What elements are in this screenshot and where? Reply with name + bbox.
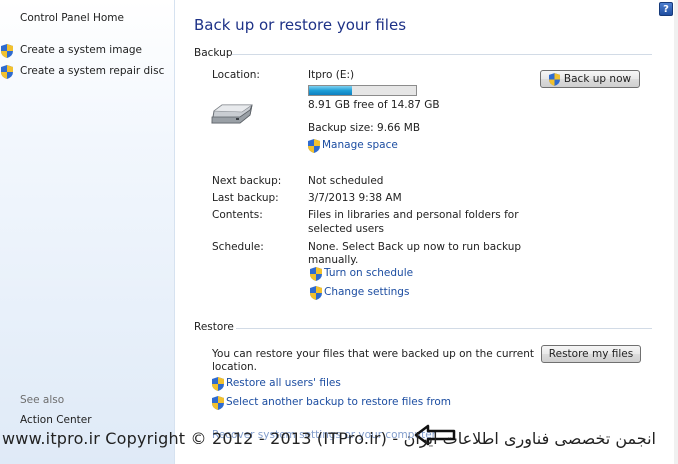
- drive-space-progress-fill: [309, 86, 352, 95]
- contents-value-line2: selected users: [308, 223, 385, 235]
- contents-label: Contents:: [212, 209, 263, 221]
- select-another-backup-link[interactable]: Select another backup to restore files f…: [226, 396, 451, 408]
- create-system-image-link[interactable]: Create a system image: [20, 44, 142, 56]
- schedule-value-line2: manually.: [308, 254, 359, 266]
- free-space-text: 8.91 GB free of 14.87 GB: [308, 99, 440, 111]
- last-backup-label: Last backup:: [212, 192, 279, 204]
- section-divider: [236, 328, 652, 329]
- restore-all-users-link[interactable]: Restore all users' files: [226, 377, 341, 389]
- restore-my-files-button[interactable]: Restore my files: [541, 345, 641, 363]
- backup-section-heading: Backup: [194, 47, 233, 59]
- back-up-now-button[interactable]: Back up now: [540, 70, 640, 88]
- shield-icon: [212, 377, 224, 391]
- schedule-value-line1: None. Select Back up now to run backup: [308, 241, 522, 253]
- shield-icon: [310, 286, 322, 300]
- restore-my-files-label: Restore my files: [548, 348, 634, 360]
- hard-drive-icon: [211, 104, 253, 124]
- section-divider: [232, 54, 652, 55]
- next-backup-value: Not scheduled: [308, 175, 384, 187]
- schedule-label: Schedule:: [212, 241, 264, 253]
- turn-on-schedule-link[interactable]: Turn on schedule: [324, 267, 413, 279]
- shield-icon: [310, 267, 322, 281]
- see-also-heading: See also: [20, 394, 65, 406]
- change-settings-link[interactable]: Change settings: [324, 286, 409, 298]
- create-repair-disc-link[interactable]: Create a system repair disc: [20, 65, 164, 77]
- copyright-watermark: www.itpro.ir Copyright © 2012 - 2013 (IT…: [0, 429, 678, 449]
- shield-icon: [308, 139, 320, 153]
- manage-space-link[interactable]: Manage space: [322, 139, 398, 151]
- backup-size-text: Backup size: 9.66 MB: [308, 122, 421, 134]
- next-backup-label: Next backup:: [212, 175, 282, 187]
- scrollbar[interactable]: [674, 0, 678, 464]
- restore-description-line2: location.: [212, 361, 257, 373]
- shield-icon: [1, 65, 13, 79]
- control-panel-home-link[interactable]: Control Panel Home: [20, 12, 124, 24]
- help-button[interactable]: ?: [659, 2, 673, 16]
- restore-section-heading: Restore: [194, 321, 234, 333]
- drive-space-progress-bar: [308, 85, 417, 96]
- last-backup-value: 3/7/2013 9:38 AM: [308, 192, 402, 204]
- watermark-text: www.itpro.ir Copyright © 2012 - 2013 (IT…: [2, 429, 656, 448]
- shield-icon: [212, 396, 224, 410]
- shield-icon: [1, 44, 13, 58]
- action-center-link[interactable]: Action Center: [20, 414, 92, 426]
- location-label: Location:: [212, 69, 260, 81]
- back-up-now-label: Back up now: [563, 73, 632, 85]
- drive-name: Itpro (E:): [308, 69, 355, 81]
- shield-icon: [548, 72, 560, 86]
- page-title: Back up or restore your files: [194, 16, 407, 34]
- contents-value-line1: Files in libraries and personal folders …: [308, 209, 519, 221]
- restore-description-line1: You can restore your files that were bac…: [212, 348, 534, 360]
